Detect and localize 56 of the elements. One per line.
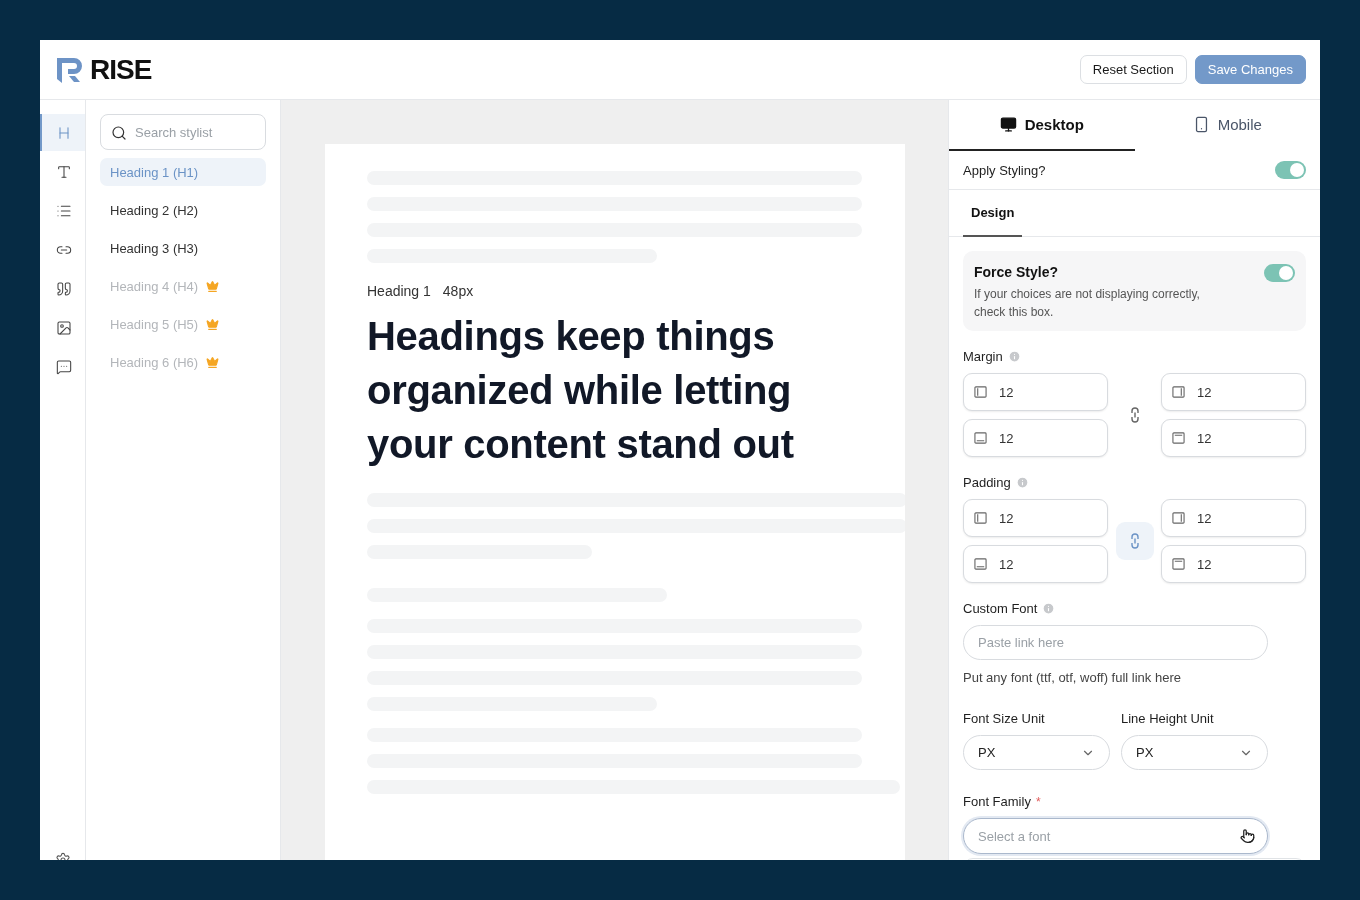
spacing-field[interactable]: 12: [963, 545, 1108, 583]
unit-label: Font Size Unit: [963, 711, 1046, 726]
search-icon: [111, 125, 127, 141]
image-icon: [55, 319, 72, 336]
brand-name: RISE: [90, 53, 152, 86]
force-style-toggle[interactable]: [1264, 264, 1295, 282]
link-values-button[interactable]: [1115, 522, 1154, 560]
monitor-icon: [999, 116, 1017, 133]
custom-font-label: Custom Font: [963, 601, 1038, 616]
hand-cursor-icon: [1240, 828, 1255, 844]
search-field[interactable]: Search stylist: [100, 114, 266, 150]
left-side-icon: [974, 385, 987, 399]
section-label: Margin: [963, 349, 1003, 364]
info-icon[interactable]: [1015, 476, 1029, 489]
custom-font-hint: Put any font (ttf, otf, woff) full link here: [963, 670, 1182, 685]
crown-icon: [206, 355, 220, 369]
text-size-icon: [55, 163, 72, 180]
right-side-icon: [1172, 511, 1185, 525]
heading-tool-button[interactable]: [40, 114, 85, 151]
crown-icon: [206, 279, 220, 293]
required-mark: *: [1035, 794, 1041, 809]
spacing-field[interactable]: 12: [963, 373, 1108, 411]
top-side-icon: [1172, 557, 1185, 571]
info-icon[interactable]: [1042, 602, 1056, 615]
link-icon: [1129, 407, 1140, 423]
stylist-item[interactable]: Heading 3 (H3): [100, 234, 266, 262]
force-style-title: Force Style?: [974, 264, 1060, 280]
quote-icon: [55, 280, 72, 297]
left-side-icon: [974, 511, 987, 525]
spacing-field[interactable]: 12: [1161, 499, 1306, 537]
info-icon[interactable]: [1007, 350, 1021, 363]
font-link-field[interactable]: Paste link here: [963, 625, 1268, 660]
right-side-icon: [1172, 385, 1185, 399]
font-select-field[interactable]: Select a font: [963, 818, 1268, 854]
comment-icon: [55, 358, 72, 375]
top-side-icon: [1172, 431, 1185, 445]
bottom-side-icon: [974, 431, 987, 445]
font-family-label: Font Family: [963, 794, 1031, 809]
bottom-side-icon: [974, 557, 987, 571]
apply-styling-toggle[interactable]: [1275, 161, 1306, 179]
crown-icon: [206, 317, 220, 331]
spacing-field[interactable]: 12: [963, 499, 1108, 537]
preview-heading: Headings keep things organized while letting your content stand out: [367, 313, 795, 468]
spacing-field[interactable]: 12: [1161, 545, 1306, 583]
link-icon: [1129, 533, 1140, 549]
stylist-item[interactable]: Heading 2 (H2): [100, 196, 266, 224]
apply-styling-label: Apply Styling?: [963, 162, 1046, 178]
reset-button[interactable]: Reset Section: [1079, 55, 1187, 84]
spacing-field[interactable]: 12: [963, 419, 1108, 457]
spacing-field[interactable]: 12: [1161, 419, 1306, 457]
spacing-field[interactable]: 12: [1161, 373, 1306, 411]
force-style-description: If your choices are not displaying correctly, check this box.: [974, 286, 1201, 321]
unit-label: Line Height Unit: [1121, 711, 1215, 726]
heading-tag: Heading 1: [367, 283, 431, 299]
font-size-label: 48px: [442, 283, 474, 299]
section-label: Padding: [963, 475, 1011, 490]
